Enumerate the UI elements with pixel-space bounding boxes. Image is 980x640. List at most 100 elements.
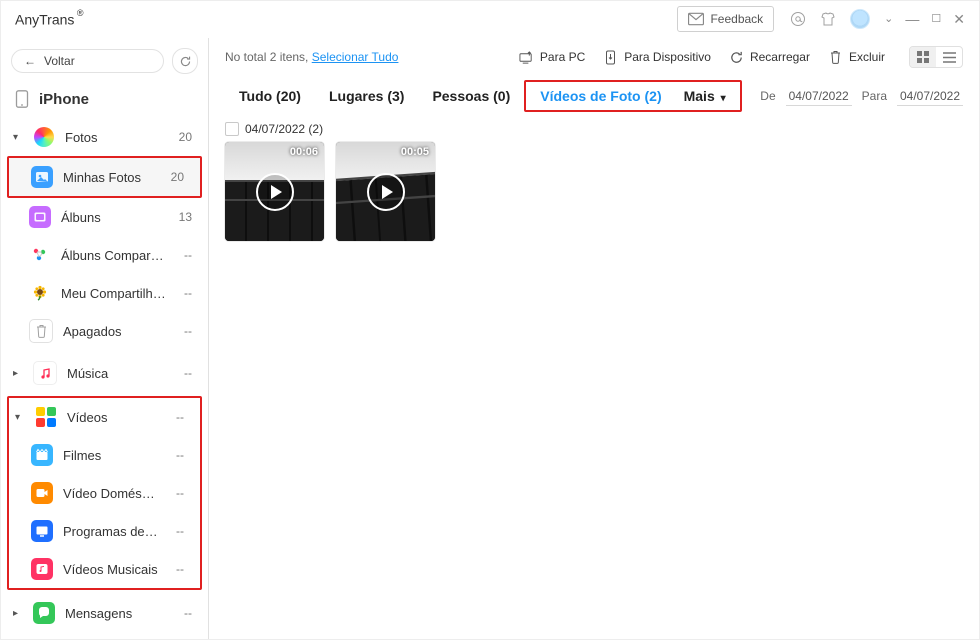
sidebar-refresh-button[interactable] [172, 48, 198, 74]
at-icon[interactable] [790, 11, 806, 27]
to-device-icon [603, 50, 618, 65]
back-button[interactable]: ← Voltar [11, 49, 164, 73]
view-toggle [909, 46, 963, 68]
sidebar-item-meu-compartilhamento[interactable]: Meu Compartilhame… -- [1, 274, 208, 312]
list-view-button[interactable] [936, 47, 962, 67]
sidebar-label: Filmes [63, 448, 158, 463]
video-thumbnail[interactable]: 00:05 [336, 142, 435, 241]
total-text: No total 2 itens, [225, 50, 312, 64]
window-controls: ⌄ — ☐ ✕ [884, 12, 965, 26]
grid-icon [917, 51, 929, 63]
phone-icon [15, 90, 29, 108]
sidebar-item-minhas-fotos[interactable]: Minhas Fotos 20 [9, 158, 200, 196]
maximize-button[interactable]: ☐ [931, 14, 941, 25]
feedback-button[interactable]: Feedback [677, 6, 774, 32]
highlight-box-tabs: Vídeos de Foto (2) Mais ▾ [524, 80, 741, 112]
to-device-button[interactable]: Para Dispositivo [603, 50, 711, 65]
tshirt-icon[interactable] [820, 11, 836, 27]
titlebar-icons [790, 9, 870, 29]
shared-album-icon [29, 244, 51, 266]
minimize-button[interactable]: — [905, 12, 919, 26]
sidebar-item-filmes[interactable]: Filmes -- [9, 436, 200, 474]
sidebar-label: Programas de TV [63, 524, 158, 539]
sidebar-label: Minhas Fotos [63, 170, 158, 185]
sidebar-count: -- [176, 248, 196, 262]
avatar[interactable] [850, 9, 870, 29]
tab-lugares[interactable]: Lugares (3) [315, 82, 418, 110]
sidebar-label: Álbuns [61, 210, 166, 225]
delete-icon [828, 50, 843, 65]
date-to-input[interactable]: 04/07/2022 [897, 87, 963, 106]
date-from-input[interactable]: 04/07/2022 [786, 87, 852, 106]
select-all-link[interactable]: Selecionar Tudo [312, 50, 399, 64]
sidebar-item-mensagens[interactable]: ▸ Mensagens -- [1, 594, 208, 632]
sidebar-item-videos-musicais[interactable]: Vídeos Musicais -- [9, 550, 200, 588]
device-row[interactable]: iPhone [1, 80, 208, 118]
reload-icon [729, 50, 744, 65]
sidebar-count: 20 [176, 130, 196, 144]
grid-view-button[interactable] [910, 47, 936, 67]
sidebar-label: Álbuns Compartilhad… [61, 248, 166, 263]
sidebar-count: -- [176, 324, 196, 338]
videos-icon [35, 406, 57, 428]
close-button[interactable]: ✕ [953, 12, 965, 26]
sidebar-item-videos[interactable]: ▾ Vídeos -- [9, 398, 200, 436]
film-icon [31, 444, 53, 466]
refresh-icon [179, 55, 192, 68]
music-icon [33, 361, 57, 385]
sidebar-count: -- [168, 448, 188, 462]
dropdown-icon[interactable]: ⌄ [884, 14, 893, 25]
music-video-icon [31, 558, 53, 580]
sidebar-item-programas-tv[interactable]: Programas de TV -- [9, 512, 200, 550]
arrow-left-icon: ← [24, 54, 36, 68]
sidebar-label: Vídeos Musicais [63, 562, 158, 577]
sidebar-label: Fotos [65, 130, 166, 145]
tab-mais-label: Mais [684, 88, 715, 104]
total-info: No total 2 itens, Selecionar Tudo [225, 50, 398, 64]
tab-videos-de-foto[interactable]: Vídeos de Foto (2) [526, 82, 675, 110]
trash-icon [29, 319, 53, 343]
tab-pessoas[interactable]: Pessoas (0) [418, 82, 524, 110]
mail-icon [688, 11, 704, 27]
group-header[interactable]: 04/07/2022 (2) [225, 122, 963, 136]
group-checkbox[interactable] [225, 122, 239, 136]
main-panel: No total 2 itens, Selecionar Tudo Para P… [209, 38, 979, 639]
caret-down-icon: ▾ [13, 132, 23, 143]
sidebar-item-albuns[interactable]: Álbuns 13 [1, 198, 208, 236]
device-name: iPhone [39, 91, 89, 108]
sidebar-count: -- [176, 286, 196, 300]
duration-badge: 00:06 [290, 146, 318, 158]
play-icon [367, 173, 405, 211]
app-name-text: AnyTrans [15, 11, 74, 27]
video-thumbnail[interactable]: 00:06 [225, 142, 324, 241]
tab-tudo[interactable]: Tudo (20) [225, 82, 315, 110]
myphotos-icon [31, 166, 53, 188]
reload-button[interactable]: Recarregar [729, 50, 810, 65]
caret-down-icon: ▾ [15, 412, 25, 423]
tabs-row: Tudo (20) Lugares (3) Pessoas (0) Vídeos… [209, 76, 979, 118]
tab-mais[interactable]: Mais ▾ [676, 82, 740, 110]
play-icon [256, 173, 294, 211]
sidebar-count: 13 [176, 210, 196, 224]
caret-right-icon: ▸ [13, 608, 23, 619]
to-pc-button[interactable]: Para PC [519, 50, 585, 65]
caret-right-icon: ▸ [13, 368, 23, 379]
home-video-icon [31, 482, 53, 504]
date-from-label: De [760, 89, 775, 103]
delete-button[interactable]: Excluir [828, 50, 885, 65]
messages-icon [33, 602, 55, 624]
sidebar-count: -- [176, 606, 196, 620]
tv-icon [31, 520, 53, 542]
sidebar-item-fotos[interactable]: ▾ Fotos 20 [1, 118, 208, 156]
group-title: 04/07/2022 (2) [245, 122, 323, 136]
titlebar: AnyTrans ® Feedback ⌄ — ☐ ✕ [1, 1, 979, 38]
sidebar-item-albuns-compartilhados[interactable]: Álbuns Compartilhad… -- [1, 236, 208, 274]
sidebar-item-apagados[interactable]: Apagados -- [1, 312, 208, 350]
sidebar-count: 20 [168, 170, 188, 184]
list-icon [943, 52, 956, 63]
sidebar-item-musica[interactable]: ▸ Música -- [1, 354, 208, 392]
app-title: AnyTrans ® [15, 11, 84, 28]
content-area: 04/07/2022 (2) 00:06 00:05 [209, 118, 979, 639]
highlight-box-minhas-fotos: Minhas Fotos 20 [7, 156, 202, 198]
sidebar-item-video-domestico[interactable]: Vídeo Doméstico -- [9, 474, 200, 512]
